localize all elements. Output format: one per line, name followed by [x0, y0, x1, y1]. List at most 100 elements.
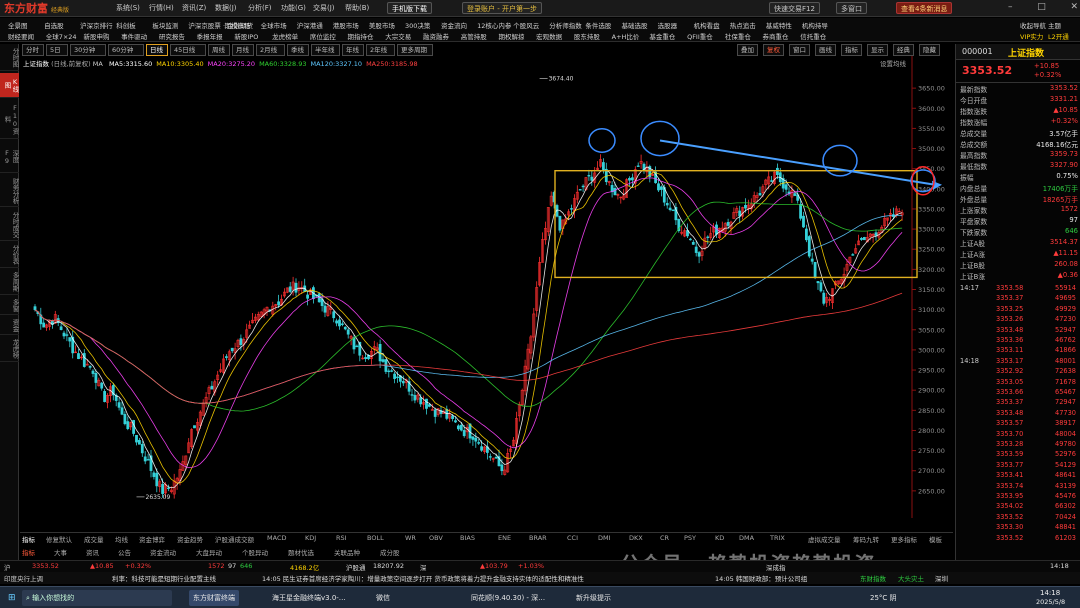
indicator-tab-17[interactable]: DMI	[598, 534, 611, 542]
chart-tool-5[interactable]: 显示	[867, 44, 888, 56]
left-nav-5[interactable]: 分时成交	[0, 209, 19, 241]
indicator-tab-20[interactable]: PSY	[684, 534, 696, 542]
bottom-tab-6[interactable]: 个股异动	[242, 547, 268, 557]
quick-row2-item[interactable]: 新股申购	[83, 31, 109, 41]
quick-row2-item[interactable]: 信托重仓	[800, 31, 826, 41]
left-nav-8[interactable]: 多窗	[0, 297, 19, 315]
indicator-tab-11[interactable]: WR	[405, 534, 416, 542]
quick-row2-item[interactable]: 基金重仓	[649, 31, 675, 41]
period-4[interactable]: 日线	[146, 44, 168, 56]
indicator-tab-25[interactable]: 筹码九转	[853, 534, 879, 544]
windows-start-icon[interactable]: ⊞	[4, 590, 20, 606]
quick-row2-item[interactable]: 大宗交易	[385, 31, 411, 41]
period-0[interactable]: 分时	[22, 44, 44, 56]
indicator-tab-8[interactable]: KDJ	[305, 534, 316, 542]
chart-tool-0[interactable]: 叠加	[737, 44, 758, 56]
left-nav-1[interactable]: K线图	[0, 73, 19, 98]
quick-row2-item[interactable]: 席位监控	[310, 31, 336, 41]
chart-tool-2[interactable]: 窗口	[789, 44, 810, 56]
close-icon[interactable]: ✕	[1070, 2, 1078, 14]
vip-link[interactable]: VIP实力	[1020, 31, 1043, 41]
indicator-tab-4[interactable]: 资金博弈	[139, 534, 165, 544]
left-nav-2[interactable]: F10资料	[0, 100, 19, 139]
quick-row2-item[interactable]: 股东持股	[574, 31, 600, 41]
bottom-tab-4[interactable]: 资金流动	[150, 547, 176, 557]
vip-link[interactable]: L2开通	[1048, 31, 1069, 41]
left-nav-6[interactable]: 分价表	[0, 243, 19, 268]
indicator-tab-26[interactable]: 更多指标	[891, 534, 917, 544]
quick-row1-item[interactable]: 全景图	[8, 20, 28, 30]
menu-news[interactable]: 资讯(Z)	[182, 3, 206, 13]
quick-row1-item[interactable]: 期权市场	[225, 20, 251, 30]
period-2[interactable]: 30分钟	[70, 44, 106, 56]
indicator-tab-23[interactable]: TRIX	[770, 534, 785, 542]
quick-row1-item[interactable]: 个股风云	[513, 20, 539, 30]
menu-analysis[interactable]: 分析(F)	[248, 3, 272, 13]
quick-row2-item[interactable]: 研究报告	[159, 31, 185, 41]
quick-row1-item[interactable]: 12核心内参	[477, 20, 511, 30]
multi-window-button[interactable]: 多窗口	[836, 2, 867, 14]
quick-trade-button[interactable]: 快速交易F12	[769, 2, 820, 14]
quick-row2-item[interactable]: 宏观数据	[536, 31, 562, 41]
quick-row2-item[interactable]: A+H比价	[612, 31, 640, 41]
quick-row1-item[interactable]: 热点追击	[730, 20, 756, 30]
left-nav-0[interactable]: 分时图	[0, 46, 19, 71]
bottom-tab-8[interactable]: 关联品种	[334, 547, 360, 557]
period-1[interactable]: 5日	[46, 44, 68, 56]
indicator-tab-13[interactable]: BIAS	[460, 534, 475, 542]
chart-tool-4[interactable]: 指标	[841, 44, 862, 56]
indicator-tab-2[interactable]: 成交量	[84, 534, 104, 544]
quick-row1-item[interactable]: 自选股	[44, 20, 64, 30]
quick-row2-item[interactable]: 高管持股	[461, 31, 487, 41]
quick-row1-item[interactable]: 沪深京排行	[80, 20, 113, 30]
quick-row2-item[interactable]: 融资融券	[423, 31, 449, 41]
bottom-tab-1[interactable]: 大事	[54, 547, 67, 557]
chart-tool-6[interactable]: 经典	[893, 44, 914, 56]
quick-row1-item[interactable]: 机构持导	[802, 20, 828, 30]
quick-row2-item[interactable]: 季报年报	[197, 31, 223, 41]
quick-row2-item[interactable]: QFII重仓	[687, 31, 713, 41]
quick-row1-item[interactable]: 美股市场	[369, 20, 395, 30]
left-nav-10[interactable]: 龙虎榜	[0, 337, 19, 362]
bottom-tab-5[interactable]: 大盘异动	[196, 547, 222, 557]
new-messages-button[interactable]: 查看4条新消息	[896, 2, 953, 14]
quick-row1-item[interactable]: 基威特性	[766, 20, 792, 30]
quick-row2-item[interactable]: 期指持仓	[348, 31, 374, 41]
minimize-icon[interactable]: –	[1008, 2, 1013, 14]
login-account-button[interactable]: 登录账户 - 开户第一步	[462, 2, 542, 14]
indicator-tab-18[interactable]: DKX	[629, 534, 643, 542]
period-8[interactable]: 2月线	[256, 44, 285, 56]
indicator-tab-22[interactable]: DMA	[739, 534, 754, 542]
quick-row2-item[interactable]: 券商重仓	[763, 31, 789, 41]
indicator-tab-9[interactable]: RSI	[336, 534, 347, 542]
left-nav-3[interactable]: 深度F9	[0, 141, 19, 173]
indicator-tab-7[interactable]: MACD	[267, 534, 286, 542]
period-11[interactable]: 年线	[342, 44, 364, 56]
quick-row2-item[interactable]: 财经要闻	[8, 31, 34, 41]
quick-row1-item[interactable]: 资金流向	[441, 20, 467, 30]
taskbar-app-eastmoney[interactable]: 东方财富终端	[189, 590, 239, 606]
left-nav-4[interactable]: 财务分析	[0, 175, 19, 207]
quick-row1-item[interactable]: 机构看盘	[694, 20, 720, 30]
menu-function[interactable]: 功能(G)	[281, 3, 306, 13]
quick-row1-item[interactable]: 板块监测	[152, 20, 178, 30]
chart-tool-7[interactable]: 隐藏	[919, 44, 940, 56]
quick-row2-item[interactable]: 事件驱动	[121, 31, 147, 41]
news-item-3[interactable]: 14:05 韩国财政部：预计公司组	[715, 573, 807, 583]
indicator-tab-19[interactable]: CR	[660, 534, 669, 542]
bottom-tab-9[interactable]: 成分股	[380, 547, 400, 557]
quick-row2-item[interactable]: 社保重仓	[725, 31, 751, 41]
news-item-1[interactable]: 利率：科技可能是短期行业配置主线	[112, 573, 216, 583]
bottom-tab-0[interactable]: 指标	[22, 547, 35, 557]
menu-system[interactable]: 系统(S)	[116, 3, 140, 13]
period-13[interactable]: 更多周期	[397, 44, 433, 56]
bottom-tab-3[interactable]: 公告	[118, 547, 131, 557]
quick-row1-item[interactable]: 300决策	[405, 20, 430, 30]
menu-quotes[interactable]: 行情(H)	[149, 3, 174, 13]
indicator-tab-3[interactable]: 均线	[115, 534, 128, 544]
quick-row1-item[interactable]: 全球市场	[261, 20, 287, 30]
period-3[interactable]: 60分钟	[108, 44, 144, 56]
indicator-tab-27[interactable]: 模板	[929, 534, 942, 544]
quick-row1-item[interactable]: 条件选股	[585, 20, 611, 30]
taskbar-app-haiwangxing[interactable]: 海王星金融终端v3.0-…	[268, 590, 350, 606]
